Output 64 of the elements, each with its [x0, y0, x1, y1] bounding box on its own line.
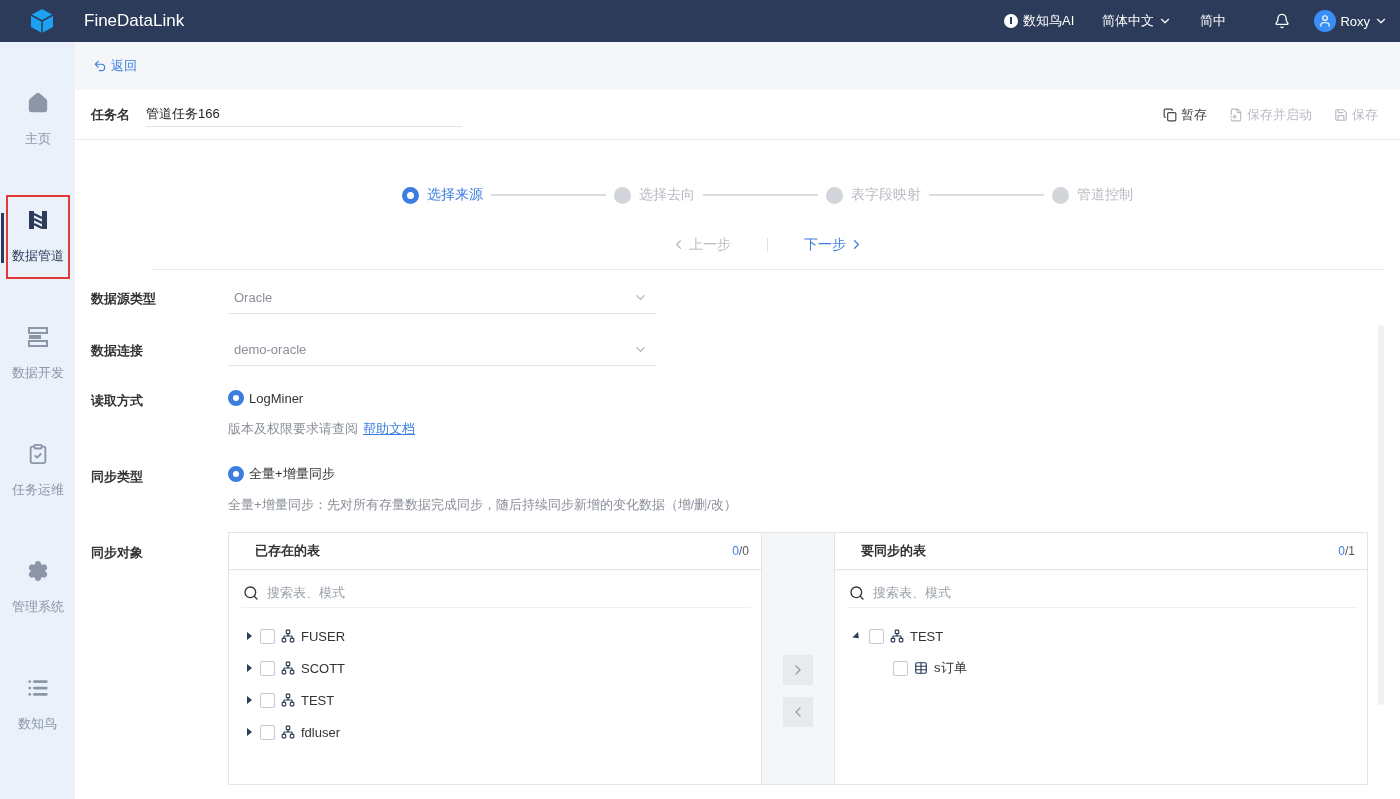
- expand-caret-icon[interactable]: [247, 728, 252, 736]
- field-label: 数据源类型: [91, 290, 157, 308]
- save-icon: [1334, 107, 1348, 122]
- help-link[interactable]: 帮助文档: [363, 421, 415, 436]
- radio-option[interactable]: 全量+增量同步: [228, 462, 737, 486]
- checkbox[interactable]: [260, 692, 275, 708]
- hint-text: 版本及权限要求请查阅 帮助文档: [228, 420, 415, 438]
- draft-icon: [1163, 107, 1177, 122]
- schema-icon: [281, 661, 295, 675]
- table-icon: [914, 661, 928, 675]
- radio-option[interactable]: LogMiner: [228, 386, 415, 410]
- language-dropdown[interactable]: 简体中文: [1102, 12, 1173, 30]
- panel-title: 要同步的表: [861, 542, 926, 560]
- field-label: 数据连接: [91, 342, 144, 360]
- tree-item-label[interactable]: FUSER: [301, 628, 346, 644]
- checkbox[interactable]: [260, 660, 275, 676]
- home-icon: [26, 92, 49, 114]
- wizard-step: 表字段映射: [826, 186, 921, 204]
- tree-item-label[interactable]: SCOTT: [301, 660, 346, 676]
- ai-assistant-link[interactable]: 数知鸟AI: [1003, 12, 1075, 30]
- expand-caret-icon[interactable]: [247, 632, 252, 640]
- brand-name: FineDataLink: [84, 11, 186, 31]
- move-left-button[interactable]: [783, 697, 813, 727]
- pipeline-icon: [26, 209, 49, 231]
- search-icon: [849, 584, 865, 601]
- checkbox[interactable]: [869, 628, 884, 644]
- schema-icon: [281, 629, 295, 643]
- save-start-icon: [1229, 107, 1243, 122]
- undo-arrow-icon: [93, 59, 107, 73]
- back-link[interactable]: 返回: [93, 57, 137, 75]
- wizard-step: 管道控制: [1052, 186, 1133, 204]
- stacked-bars-icon: [26, 326, 49, 348]
- tree-item-label[interactable]: fdluser: [301, 724, 341, 740]
- notification-icon[interactable]: [1274, 13, 1291, 29]
- checkbox[interactable]: [893, 660, 908, 676]
- field-label: 同步对象: [91, 544, 144, 562]
- move-right-button[interactable]: [783, 655, 813, 685]
- hint-text: 全量+增量同步：先对所有存量数据完成同步，随后持续同步新增的变化数据（增/删/改）: [228, 496, 737, 514]
- user-avatar-icon: [1318, 14, 1333, 28]
- wizard-step: 选择去向: [614, 186, 695, 204]
- selection-count: 0/0: [732, 544, 749, 558]
- list-icon: [26, 677, 49, 699]
- field-label: 任务名: [91, 105, 131, 124]
- tree-item-label[interactable]: TEST: [301, 692, 335, 708]
- tree-item-label[interactable]: TEST: [910, 628, 944, 644]
- tree-item-label[interactable]: s订单: [934, 659, 967, 677]
- panel-title: 已存在的表: [255, 542, 320, 560]
- checkbox[interactable]: [260, 724, 275, 740]
- expand-caret-icon[interactable]: [247, 664, 252, 672]
- schema-icon: [890, 629, 904, 643]
- search-icon: [243, 584, 259, 601]
- toolbar-button[interactable]: 暂存: [1163, 105, 1207, 124]
- field-label: 读取方式: [91, 392, 144, 410]
- checkbox[interactable]: [260, 628, 275, 644]
- schema-icon: [281, 693, 295, 707]
- language-toggle[interactable]: 简中: [1200, 12, 1227, 30]
- expand-caret-icon[interactable]: [247, 696, 252, 704]
- selection-count: 0/1: [1338, 544, 1355, 558]
- schema-icon: [281, 725, 295, 739]
- wizard-step: 选择来源: [402, 186, 483, 204]
- next-step-button[interactable]: 下一步: [804, 235, 864, 254]
- cube-logo-icon: [30, 8, 54, 34]
- field-label: 同步类型: [91, 468, 144, 486]
- user-menu[interactable]: Roxy: [1314, 10, 1388, 32]
